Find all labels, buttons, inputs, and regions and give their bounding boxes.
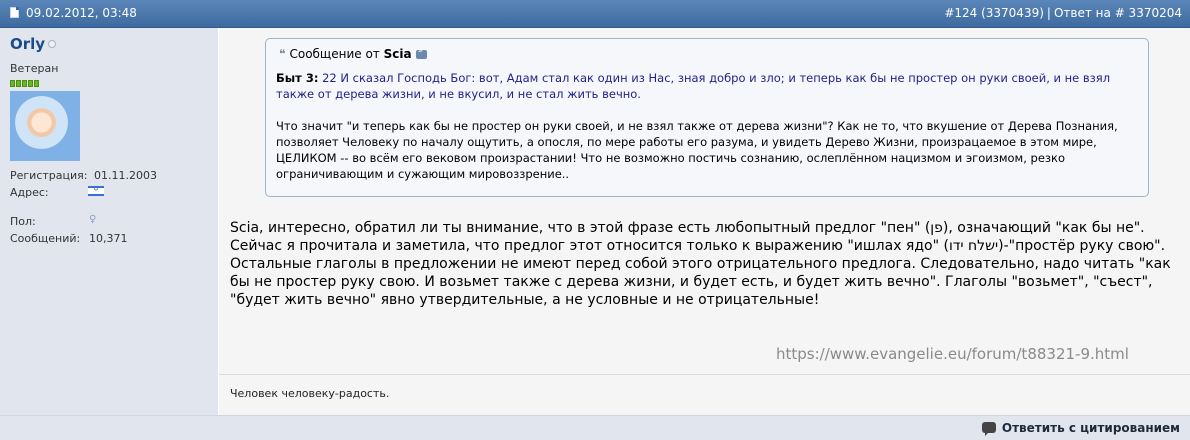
user-sidebar: Orly Ветеран Регистрация: 01.11.2003 Адр… [0, 28, 218, 415]
gender-label: Пол: [10, 215, 36, 228]
reputation-pip [34, 80, 39, 87]
messages-row: Сообщений: 10,371 [10, 232, 128, 245]
post-footer: Ответить с цитированием [0, 415, 1190, 440]
gender-row: Пол: [10, 215, 36, 228]
gender-unknown-icon: ♀ [89, 214, 97, 225]
quote-verse: Быт 3: 22 И сказал Господь Бог: вот, Ада… [276, 70, 1136, 102]
reputation-pip [22, 80, 27, 87]
message-text: Scia, интересно, обратил ли ты внимание,… [230, 220, 1171, 308]
reply-with-quote-button[interactable]: Ответить с цитированием [981, 421, 1180, 436]
reply-with-quote-label: Ответить с цитированием [1001, 421, 1180, 435]
reply-to-link[interactable]: # 3370204 [1115, 6, 1182, 20]
username-link[interactable]: Orly [10, 35, 45, 53]
post-date: 09.02.2012, 03:48 [26, 6, 137, 20]
address-row: Адрес: [10, 186, 49, 199]
signature: Человек человеку-радость. [230, 387, 390, 400]
reputation-pip [28, 80, 33, 87]
post-content: ❝Сообщение от Scia Быт 3: 22 И сказал Го… [219, 28, 1190, 415]
quote-icon: ❝ [279, 47, 286, 61]
quote-author: Scia [383, 47, 412, 61]
reputation-pip [16, 80, 21, 87]
avatar[interactable] [10, 91, 80, 161]
verse-ref: Быт 3: [276, 71, 319, 85]
post-number-link[interactable]: #124 (3370439) [944, 6, 1044, 20]
messages-count: 10,371 [89, 232, 128, 245]
offline-status-icon [48, 40, 56, 48]
quote-header: ❝ Сообщение от Scia [279, 46, 427, 61]
quote-box: ❝Сообщение от Scia Быт 3: 22 И сказал Го… [265, 38, 1149, 197]
document-icon [10, 7, 19, 18]
quote-question: Что значит "и теперь как бы не простер о… [276, 119, 1118, 181]
view-post-icon[interactable] [415, 46, 427, 59]
post-meta: #124 (3370439) | Ответ на # 3370204 [944, 6, 1182, 20]
israel-flag-icon [88, 185, 104, 196]
speech-bubble-icon [981, 422, 996, 436]
address-label: Адрес: [10, 186, 49, 199]
registration-date: 01.11.2003 [94, 169, 157, 182]
reply-prefix: Ответ на [1053, 6, 1111, 20]
quote-body: Быт 3: 22 И сказал Господь Бог: вот, Ада… [276, 70, 1136, 182]
registration-label: Регистрация: [10, 169, 88, 182]
verse-text: 22 И сказал Господь Бог: вот, Адам стал … [276, 71, 1111, 101]
signature-divider [219, 374, 1190, 375]
quote-prefix: Сообщение от [289, 47, 380, 61]
reputation-pip [10, 80, 15, 87]
watermark-url: https://www.evangelie.eu/forum/t88321-9.… [776, 345, 1129, 363]
reputation-bar [10, 77, 40, 90]
post-header: 09.02.2012, 03:48 #124 (3370439) | Ответ н… [0, 0, 1190, 28]
registration-row: Регистрация: 01.11.2003 [10, 169, 157, 182]
user-rank: Ветеран [10, 62, 59, 75]
messages-label: Сообщений: [10, 232, 81, 245]
